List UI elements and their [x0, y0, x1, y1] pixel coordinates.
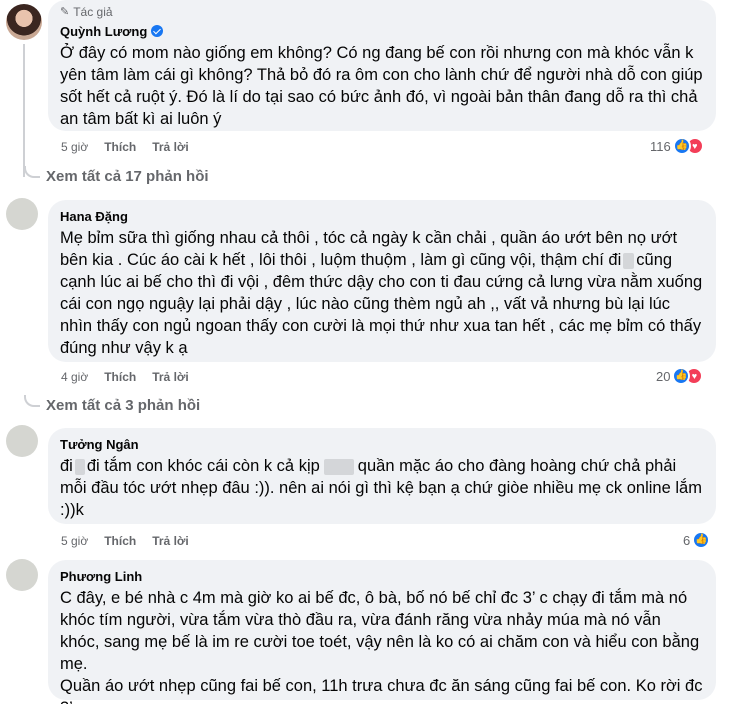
comment-text: đi đi tắm con khóc cái còn k cả kịp quần m…	[60, 457, 702, 519]
avatar[interactable]	[6, 198, 38, 230]
reaction-count: 20	[656, 368, 671, 384]
commenter-name[interactable]: Quỳnh Lương	[60, 23, 704, 40]
redacted-text	[623, 252, 635, 269]
reaction-count: 6	[683, 532, 691, 548]
comment-time[interactable]: 5 giờ	[61, 533, 88, 549]
comment-text: Ở đây có mom nào giống em không? Có ng đ…	[60, 44, 703, 128]
thread-line	[23, 44, 25, 177]
avatar[interactable]	[6, 4, 42, 40]
comment-actions: 5 giờ Thích Trả lời	[61, 139, 189, 155]
view-replies-label: Xem tất cả 17 phản hồi	[46, 168, 209, 185]
like-button[interactable]: Thích	[104, 139, 136, 155]
like-icon: 👍	[692, 531, 711, 549]
view-replies-link[interactable]: Xem tất cả 17 phản hồi	[24, 165, 209, 185]
view-replies-link[interactable]: Xem tất cả 3 phản hồi	[24, 394, 201, 414]
author-badge: ✎ Tác giả	[60, 5, 704, 19]
comment-actions: 5 giờ Thích Trả lời	[61, 533, 189, 549]
commenter-name[interactable]: Hana Đặng	[60, 208, 704, 225]
like-button[interactable]: Thích	[104, 369, 136, 385]
comment-bubble: Hana Đặng Mẹ bỉm sữa thì giống nhau cả t…	[48, 200, 716, 362]
avatar[interactable]	[6, 425, 38, 457]
thread-hook	[24, 394, 40, 407]
reaction-summary[interactable]: 116 👍 ♥	[650, 137, 704, 155]
redacted-text	[74, 458, 85, 475]
reaction-count: 116	[650, 138, 671, 154]
commenter-name[interactable]: Phương Linh	[60, 568, 704, 585]
comment-bubble: Tưởng Ngân đi đi tắm con khóc cái còn k c…	[48, 428, 716, 524]
comment-text: Mẹ bỉm sữa thì giống nhau cả thôi , tóc …	[60, 229, 703, 357]
commenter-name[interactable]: Tưởng Ngân	[60, 436, 704, 453]
comment-bubble: Phương Linh C đây, e bé nhà c 4m mà giờ …	[48, 560, 716, 704]
author-badge-label: Tác giả	[73, 5, 113, 19]
reaction-summary[interactable]: 20 👍 ♥	[656, 367, 704, 385]
reply-button[interactable]: Trả lời	[152, 369, 189, 385]
comment-actions: 4 giờ Thích Trả lời	[61, 369, 189, 385]
redacted-text	[323, 458, 354, 475]
author-badge-icon: ✎	[60, 6, 70, 18]
reply-button[interactable]: Trả lời	[152, 139, 189, 155]
comment-bubble: ✎ Tác giả Quỳnh Lương Ở đây có mom nào g…	[48, 0, 716, 131]
avatar[interactable]	[6, 559, 38, 591]
reply-button[interactable]: Trả lời	[152, 533, 189, 549]
like-button[interactable]: Thích	[104, 533, 136, 549]
comment-time[interactable]: 5 giờ	[61, 139, 88, 155]
like-icon: 👍	[672, 137, 691, 155]
verified-badge-icon	[151, 25, 164, 37]
view-replies-label: Xem tất cả 3 phản hồi	[46, 397, 201, 414]
reaction-summary[interactable]: 6 👍	[683, 531, 711, 549]
thread-hook	[24, 165, 40, 178]
comment-time[interactable]: 4 giờ	[61, 369, 88, 385]
comment-text: C đây, e bé nhà c 4m mà giờ ko ai bế đc,…	[60, 589, 703, 704]
